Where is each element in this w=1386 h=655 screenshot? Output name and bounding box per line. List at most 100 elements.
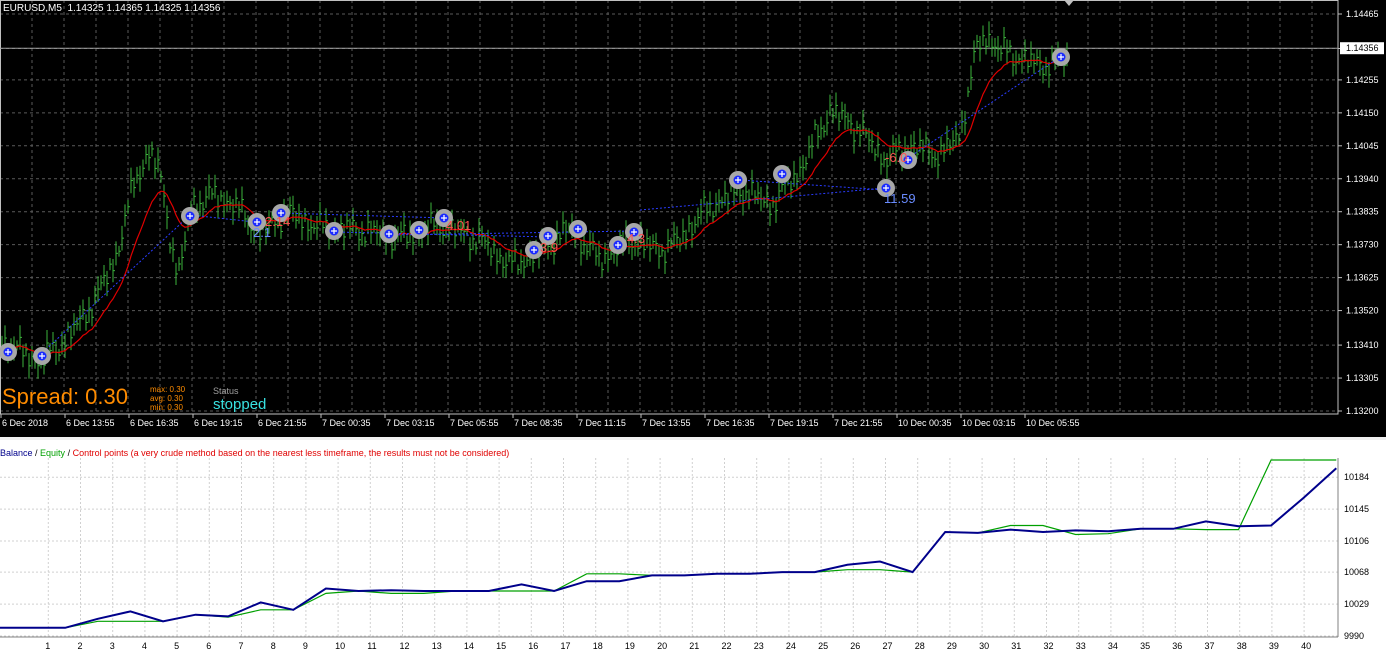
trade-line <box>907 56 1061 159</box>
time-tick-label: 7 Dec 19:15 <box>770 418 819 428</box>
tester-y-label: 10068 <box>1344 567 1369 577</box>
spread-avg: avg: 0.30 <box>150 394 183 403</box>
spread-stats: max: 0.30 avg: 0.30 min: 0.30 <box>150 385 185 412</box>
status-value: stopped <box>213 396 267 413</box>
tester-x-label: 40 <box>1301 641 1311 651</box>
tester-x-label: 23 <box>754 641 764 651</box>
equity-line <box>0 459 1337 629</box>
tester-x-label: 33 <box>1076 641 1086 651</box>
price-tick-label: 1.13520 <box>1346 306 1379 316</box>
tester-x-label: 16 <box>528 641 538 651</box>
tester-y-label: 10029 <box>1344 599 1369 609</box>
time-tick-label: 6 Dec 19:15 <box>194 418 243 428</box>
tester-x-label: 30 <box>979 641 989 651</box>
trade-profit-label: 4.01 <box>446 218 471 233</box>
price-tick-label: 1.14045 <box>1346 141 1379 151</box>
tester-x-label: 9 <box>303 641 308 651</box>
tester-x-label: 32 <box>1044 641 1054 651</box>
tester-x-label: 4 <box>142 641 147 651</box>
tester-y-label: 10184 <box>1344 472 1369 482</box>
time-tick-label: 7 Dec 08:35 <box>514 418 563 428</box>
trade-line <box>739 179 886 191</box>
legend-sep: / <box>32 448 41 458</box>
price-tick-label: 1.13730 <box>1346 240 1379 250</box>
tester-x-label: 11 <box>367 641 376 651</box>
time-tick-label: 10 Dec 00:35 <box>898 418 952 428</box>
tester-x-label: 28 <box>915 641 925 651</box>
price-tick-label: 1.14465 <box>1346 9 1379 19</box>
legend-control: Control points (a very crude method base… <box>72 448 510 458</box>
tester-x-label: 26 <box>850 641 860 651</box>
trade-profit-label: 3.9 <box>540 240 558 255</box>
tester-x-label: 38 <box>1237 641 1247 651</box>
price-tick-label: 1.13305 <box>1346 373 1379 383</box>
tester-x-label: 10 <box>335 641 345 651</box>
time-tick-label: 7 Dec 13:55 <box>642 418 691 428</box>
tester-x-label: 15 <box>496 641 506 651</box>
price-tick-label: 1.14255 <box>1346 75 1379 85</box>
tester-x-label: 3 <box>110 641 115 651</box>
status-label: Status <box>213 386 239 396</box>
current-price-label: 1.14356 <box>1346 43 1379 53</box>
tester-x-label: 25 <box>818 641 828 651</box>
tester-x-label: 24 <box>786 641 796 651</box>
tester-x-label: 13 <box>432 641 442 651</box>
tester-x-label: 12 <box>400 641 410 651</box>
spread-min: min: 0.30 <box>150 403 183 412</box>
tester-x-label: 37 <box>1205 641 1215 651</box>
tester-x-label: 21 <box>689 641 699 651</box>
price-tick-label: 1.13835 <box>1346 207 1379 217</box>
spread-value: Spread: 0.30 <box>2 384 128 409</box>
trade-profit-label: -6.0 <box>885 150 907 165</box>
tester-x-label: 2 <box>78 641 83 651</box>
time-tick-label: 7 Dec 03:15 <box>386 418 435 428</box>
time-tick-label: 10 Dec 05:55 <box>1026 418 1080 428</box>
time-axis[interactable]: 6 Dec 2018 6 Dec 13:55 6 Dec 16:35 6 Dec 19… <box>0 414 1080 428</box>
trade-profit-label: 11.59 <box>884 191 916 206</box>
tester-x-label: 14 <box>464 641 474 651</box>
tester-x-label: 19 <box>625 641 635 651</box>
price-tick-label: 1.13940 <box>1346 174 1379 184</box>
tester-x-label: 39 <box>1269 641 1279 651</box>
symbol-info: EURUSD,M5 1.14325 1.14365 1.14325 1.1435… <box>3 3 221 14</box>
price-axis[interactable]: 1.144651.143551.142551.141501.140451.139… <box>1338 9 1379 416</box>
tester-x-label: 6 <box>206 641 211 651</box>
tester-x-label: 8 <box>271 641 276 651</box>
time-tick-label: 7 Dec 16:35 <box>706 418 755 428</box>
trade-profit-label: 2.1 <box>253 225 271 240</box>
tester-x-label: 18 <box>593 641 603 651</box>
price-tick-label: 1.13625 <box>1346 273 1379 283</box>
time-tick-label: 7 Dec 21:55 <box>834 418 883 428</box>
price-tick-label: 1.14150 <box>1346 108 1379 118</box>
tester-x-label: 31 <box>1011 641 1021 651</box>
shift-arrow-icon[interactable] <box>1064 0 1074 6</box>
tester-x-label: 7 <box>239 641 244 651</box>
tester-x-label: 34 <box>1108 641 1118 651</box>
tester-x-label: 5 <box>174 641 179 651</box>
tester-x-label: 36 <box>1172 641 1182 651</box>
tester-grid: 1 2 3 4 5 6 7 8 9 10 11 12 13 14 15 16 17 18 19 20 21 22 23 24 2… <box>0 458 1369 651</box>
spread-max: max: 0.30 <box>150 385 186 394</box>
legend-equity: Equity <box>40 448 66 458</box>
tester-y-label: 9990 <box>1344 631 1364 641</box>
trade-profit-label: 4.3 <box>627 231 645 246</box>
price-tick-label: 1.13200 <box>1346 406 1379 416</box>
time-tick-label: 6 Dec 13:55 <box>66 418 115 428</box>
price-tick-label: 1.13410 <box>1346 340 1379 350</box>
tester-y-label: 10106 <box>1344 536 1369 546</box>
tester-x-label: 20 <box>657 641 667 651</box>
price-chart[interactable]: 1.144651.143551.142551.141501.140451.139… <box>0 0 1386 437</box>
time-tick-label: 7 Dec 00:35 <box>322 418 371 428</box>
legend-sep: / <box>65 448 73 458</box>
tester-graph-canvas: 1 2 3 4 5 6 7 8 9 10 11 12 13 14 15 16 17 18 19 20 21 22 23 24 2… <box>0 458 1369 651</box>
tester-x-label: 27 <box>883 641 893 651</box>
time-tick-label: 7 Dec 05:55 <box>450 418 499 428</box>
price-chart-canvas[interactable]: 1.144651.143551.142551.141501.140451.139… <box>0 0 1386 437</box>
time-tick-label: 7 Dec 11:15 <box>578 418 626 428</box>
time-tick-label: 6 Dec 2018 <box>2 418 48 428</box>
time-tick-label: 6 Dec 16:35 <box>130 418 179 428</box>
time-tick-label: 10 Dec 03:15 <box>962 418 1016 428</box>
tester-graph[interactable]: 1 2 3 4 5 6 7 8 9 10 11 12 13 14 15 16 17 18 19 20 21 22 23 24 2… <box>0 440 1386 655</box>
time-tick-label: 6 Dec 21:55 <box>258 418 307 428</box>
moving-average-line <box>1 59 1068 357</box>
